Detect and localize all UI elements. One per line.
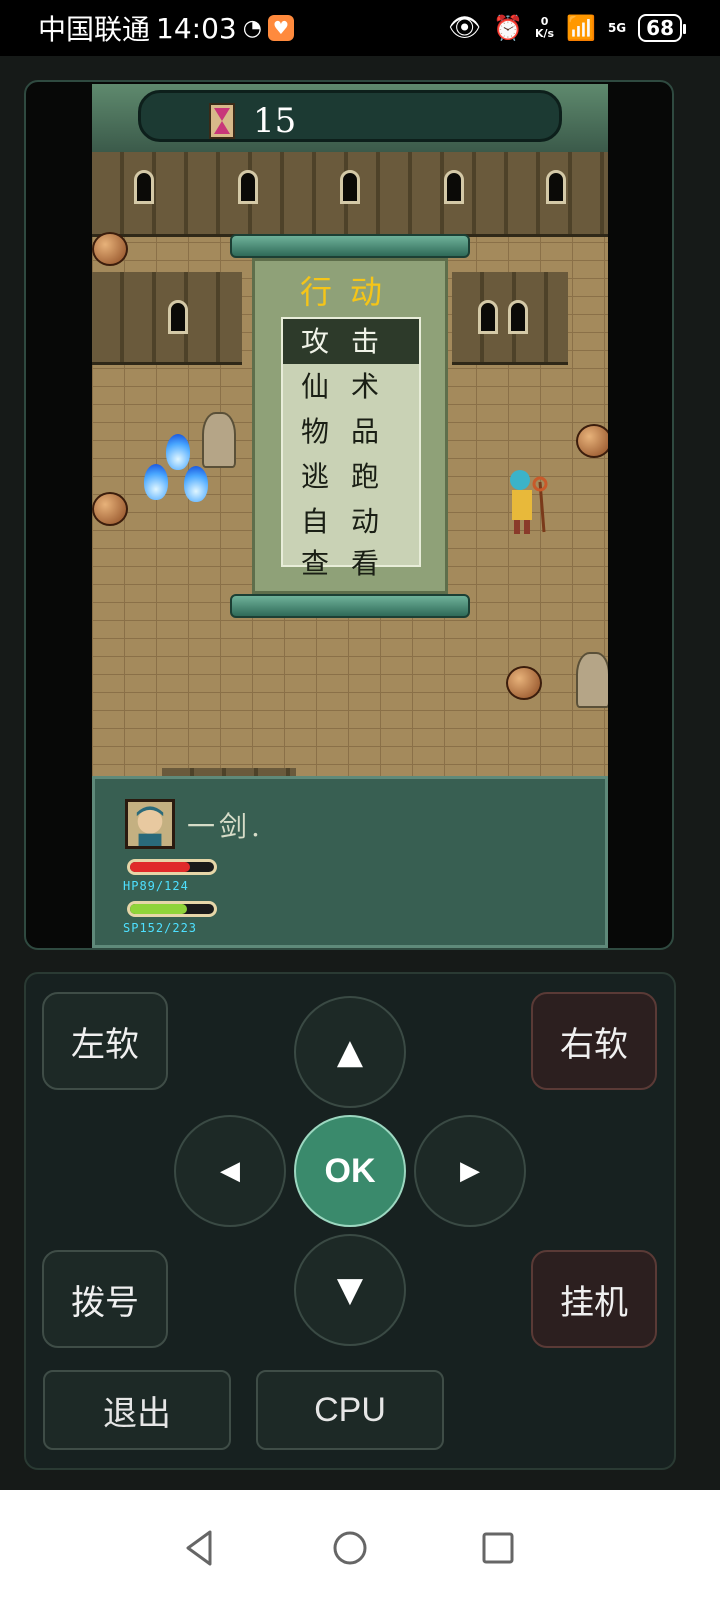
network-type: 5G: [607, 21, 627, 35]
game-screen[interactable]: 15 行动 攻击 仙术 物品 逃跑 自动 查看 一剑. HP89/124 SP1…: [92, 84, 608, 948]
timer-bar: 15: [92, 84, 608, 152]
sync-icon: ◔: [242, 15, 262, 41]
action-menu-body: 行动 攻击 仙术 物品 逃跑 自动 查看: [252, 258, 448, 594]
left-soft-key-button[interactable]: 左软: [42, 992, 168, 1090]
status-left: 中国联通 14:03 ◔ ♥: [38, 8, 294, 48]
clock: 14:03: [156, 11, 237, 45]
sp-gauge-fill: [130, 904, 188, 914]
menu-item-attack[interactable]: 攻击: [283, 319, 419, 364]
hourglass-icon: [209, 103, 235, 139]
home-icon[interactable]: [328, 1526, 372, 1570]
menu-item-items[interactable]: 物品: [283, 409, 419, 454]
hp-label: HP89/124: [123, 879, 189, 893]
status-bar: 中国联通 14:03 ◔ ♥ 👁 ⏰ 0 K/s 📶 5G 68: [0, 0, 720, 56]
character-portrait: [125, 799, 175, 849]
character-status-panel: 一剑. HP89/124 SP152/223: [92, 776, 608, 948]
clay-pot: [92, 232, 128, 266]
app-notification-icon: ♥: [267, 15, 294, 41]
wall-window: [546, 170, 566, 204]
menu-item-magic[interactable]: 仙术: [283, 364, 419, 409]
hang-up-button[interactable]: 挂机: [531, 1250, 657, 1348]
scroll-rod-top: [230, 234, 470, 258]
wall-window: [508, 300, 528, 334]
ok-button[interactable]: OK: [294, 1115, 406, 1227]
alarm-icon: ⏰: [493, 14, 523, 42]
system-navigation-bar: [0, 1490, 720, 1612]
menu-item-inspect[interactable]: 查看: [283, 544, 419, 584]
timer-panel: 15: [138, 90, 562, 142]
action-menu: 行动 攻击 仙术 物品 逃跑 自动 查看: [230, 234, 470, 624]
eye-icon: 👁: [448, 13, 482, 43]
action-menu-title: 行动: [299, 273, 400, 311]
wall-window: [238, 170, 258, 204]
dpad-left-button[interactable]: ◀: [174, 1115, 286, 1227]
right-soft-key-button[interactable]: 右软: [531, 992, 657, 1090]
wall-window: [340, 170, 360, 204]
sp-label: SP152/223: [123, 921, 198, 935]
wall-left: [92, 272, 242, 365]
turn-counter: 15: [253, 101, 297, 141]
dial-button[interactable]: 拨号: [42, 1250, 168, 1348]
dialog-text: 一剑.: [187, 810, 264, 843]
back-icon[interactable]: [178, 1526, 222, 1570]
cpu-button[interactable]: CPU: [256, 1370, 444, 1450]
menu-item-auto[interactable]: 自动: [283, 499, 419, 544]
rock-statue: [576, 652, 608, 708]
blue-flame-enemy[interactable]: [166, 434, 190, 470]
scroll-rod-bottom: [230, 594, 470, 618]
wall-window: [134, 170, 154, 204]
hp-gauge-fill: [130, 862, 191, 872]
hero-character[interactable]: [500, 462, 550, 542]
clay-pot: [92, 492, 128, 526]
sp-gauge: [127, 901, 217, 917]
net-speed: 0 K/s: [534, 15, 555, 40]
blue-flame-enemy[interactable]: [144, 464, 168, 500]
wall-window: [478, 300, 498, 334]
wall-window: [444, 170, 464, 204]
wifi-icon: 📶: [566, 14, 596, 42]
recents-icon[interactable]: [476, 1526, 520, 1570]
menu-item-flee[interactable]: 逃跑: [283, 454, 419, 499]
dpad-down-button[interactable]: ▼: [294, 1234, 406, 1346]
carrier-label: 中国联通: [38, 13, 151, 46]
clay-pot: [506, 666, 542, 700]
wall-window: [168, 300, 188, 334]
hp-gauge: [127, 859, 217, 875]
exit-button[interactable]: 退出: [43, 1370, 231, 1450]
battery-indicator: 68: [638, 14, 686, 42]
status-right: 👁 ⏰ 0 K/s 📶 5G 68: [448, 8, 686, 48]
dpad-up-button[interactable]: ▲: [294, 996, 406, 1108]
clay-pot: [576, 424, 608, 458]
dpad-right-button[interactable]: ▶: [414, 1115, 526, 1227]
action-menu-list: 攻击 仙术 物品 逃跑 自动 查看: [281, 317, 421, 580]
blue-flame-enemy[interactable]: [184, 466, 208, 502]
